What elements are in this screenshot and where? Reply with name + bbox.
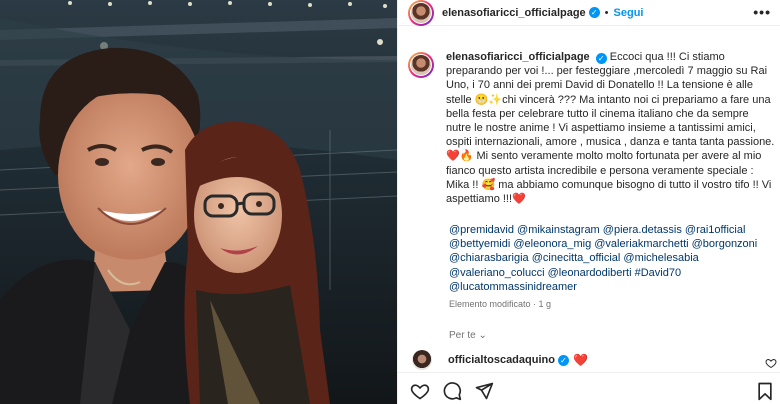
tag-link[interactable]: @bettyemidi	[449, 238, 510, 250]
tag-link[interactable]: @valeriakmarchetti	[594, 238, 688, 250]
action-bar	[398, 372, 780, 404]
commenter-avatar[interactable]	[412, 350, 432, 370]
comment-text: ❤️	[572, 353, 588, 367]
caption-row: elenasofiaricci_officialpage ✓ Eccoci qu…	[408, 50, 776, 206]
caption-body-1: Eccoci qua !!! Ci stiamo preparando per …	[446, 51, 775, 149]
see-translation-link[interactable]: Per te ⌄	[449, 330, 487, 341]
caption-body-2: Mi sento veramente molto molto fortunata…	[446, 150, 772, 206]
photo-illustration	[0, 0, 397, 404]
caption-text: elenasofiaricci_officialpage ✓ Eccoci qu…	[446, 50, 776, 206]
post-header: elenasofiaricci_officialpage ✓ • Segui •…	[398, 0, 780, 26]
verified-badge-icon: ✓	[557, 354, 569, 366]
caption-avatar[interactable]	[408, 52, 434, 78]
tag-link[interactable]: @valeriano_colucci	[449, 267, 545, 279]
more-options-icon[interactable]: •••	[753, 4, 771, 20]
tag-link[interactable]: @leonardodiberti	[548, 267, 632, 279]
post-details-panel: elenasofiaricci_officialpage ✓ • Segui •…	[397, 0, 780, 404]
tag-link[interactable]: @mikainstagram	[517, 224, 600, 236]
commenter-username[interactable]: officialtoscadaquino	[448, 354, 555, 366]
edited-timestamp: Elemento modificato · 1 g	[449, 299, 552, 309]
tag-link[interactable]: @eleonora_mig	[513, 238, 591, 250]
paper-plane-icon[interactable]	[474, 381, 494, 401]
bookmark-icon[interactable]	[755, 381, 775, 401]
follow-button[interactable]: Segui	[614, 7, 644, 19]
caption-username[interactable]: elenasofiaricci_officialpage	[446, 51, 590, 63]
comment-bubble-icon[interactable]	[442, 381, 462, 401]
verified-badge-icon: ✓	[588, 7, 600, 18]
heart-emoji: ❤️	[446, 150, 460, 163]
tag-link[interactable]: @chiarasbarigia	[449, 252, 529, 264]
tag-link[interactable]: @michelesabia	[623, 252, 698, 264]
flame-emoji: 🔥	[459, 150, 474, 163]
tag-link[interactable]: @premidavid	[449, 224, 514, 236]
tag-link[interactable]: @rai1official	[685, 224, 746, 236]
tag-link[interactable]: @borgonzoni	[692, 238, 758, 250]
comment-row: officialtoscadaquino ✓ ❤️	[412, 350, 777, 370]
heart-icon[interactable]	[410, 381, 430, 401]
hashtag-link[interactable]: #David70	[635, 267, 681, 279]
author-avatar[interactable]	[408, 0, 434, 26]
verified-badge-icon: ✓	[595, 53, 607, 64]
header-separator: •	[604, 6, 609, 19]
post-photo[interactable]	[0, 0, 397, 404]
heart-emoji-end: ❤️	[512, 193, 526, 206]
tag-link[interactable]: @piera.detassis	[603, 224, 682, 236]
tag-link[interactable]: @cinecitta_official	[532, 252, 621, 264]
caption-tags: @premidavid @mikainstagram @piera.detass…	[449, 223, 775, 294]
author-username[interactable]: elenasofiaricci_officialpage	[442, 7, 586, 19]
tag-link[interactable]: @lucatommassinidreamer	[449, 281, 577, 293]
comment-heart-icon[interactable]	[765, 357, 777, 369]
